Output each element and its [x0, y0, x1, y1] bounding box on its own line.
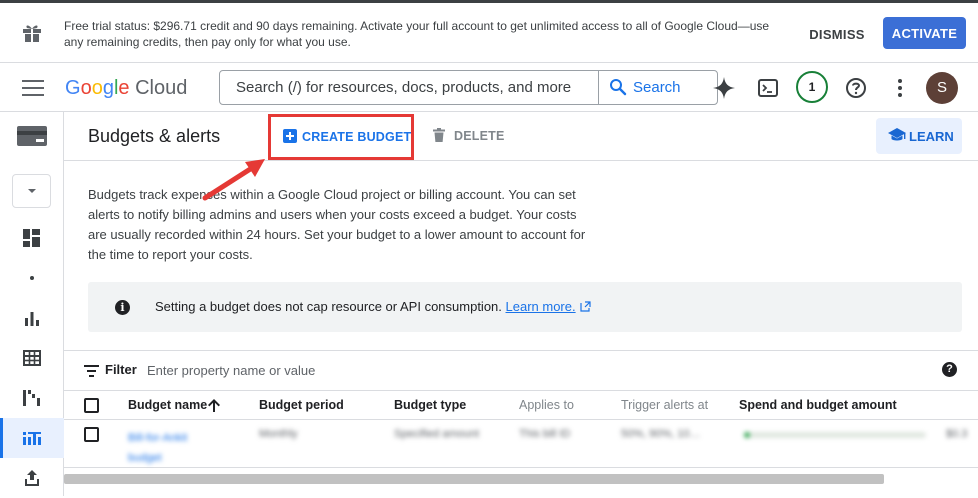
applies-to-cell: This bill ID	[519, 428, 571, 440]
budget-type-cell: Specified amount	[394, 428, 479, 440]
create-budget-label: CREATE BUDGET	[302, 130, 412, 144]
budgets-icon	[23, 432, 41, 445]
logo-cloud: Cloud	[135, 77, 188, 99]
page-title: Budgets & alerts	[88, 126, 221, 146]
left-nav-rail	[0, 112, 64, 496]
logo-letter: G	[65, 77, 81, 99]
menu-icon[interactable]	[22, 80, 44, 96]
learn-button[interactable]: LEARN	[876, 118, 962, 154]
select-all-checkbox[interactable]	[84, 398, 99, 413]
column-spend-budget[interactable]: Spend and budget amount	[739, 398, 897, 412]
budgets-description: Budgets track expenses within a Google C…	[88, 187, 586, 262]
gemini-sparkle-icon[interactable]	[710, 74, 738, 102]
learn-more-link[interactable]: Learn more.	[506, 299, 576, 314]
google-cloud-logo[interactable]: Google Cloud	[65, 76, 187, 100]
school-icon	[888, 128, 906, 141]
export-icon	[25, 470, 39, 486]
budget-period-cell: Monthly	[259, 428, 298, 440]
search-button[interactable]: Search	[598, 71, 717, 104]
budgets-table-header: Budget name Budget period Budget type Ap…	[64, 390, 978, 420]
filter-label: Filter	[105, 362, 137, 377]
spend-progress-bar	[744, 432, 926, 438]
table-help-icon[interactable]: ?	[942, 362, 957, 377]
more-vert-icon[interactable]	[886, 74, 914, 102]
learn-label: LEARN	[909, 129, 954, 144]
dot-icon	[30, 276, 34, 280]
logo-letter: o	[91, 77, 103, 99]
row-checkbox[interactable]	[84, 427, 99, 442]
open-in-new-icon[interactable]	[580, 301, 591, 312]
info-banner: i Setting a budget does not cap resource…	[88, 282, 962, 332]
gift-icon	[23, 25, 41, 42]
search-button-label: Search	[633, 79, 681, 96]
filter-input[interactable]	[147, 358, 847, 382]
help-icon[interactable]	[842, 74, 870, 102]
logo-letter: o	[80, 77, 92, 99]
trial-banner: Free trial status: $296.71 credit and 90…	[0, 3, 978, 63]
cloud-shell-icon[interactable]	[754, 74, 782, 102]
reports-icon	[25, 312, 39, 326]
sidebar-item-cost-breakdown[interactable]	[0, 378, 64, 418]
sidebar-item-dot[interactable]	[0, 258, 64, 298]
dashboard-icon	[23, 229, 40, 247]
annotation-arrow-icon	[202, 159, 265, 201]
top-header: Google Cloud Search 1 S	[0, 64, 978, 112]
spend-amount-cell: $0.3	[946, 428, 968, 440]
dismiss-button[interactable]: DISMISS	[800, 18, 874, 50]
logo-letter: g	[102, 77, 114, 99]
search-input[interactable]	[220, 71, 597, 104]
section-divider	[64, 350, 978, 351]
trigger-alerts-cell: 50%, 90%, 10…	[621, 428, 701, 440]
billing-icon	[17, 126, 47, 146]
activate-button[interactable]: ACTIVATE	[883, 17, 966, 49]
trash-icon	[433, 128, 445, 142]
add-box-icon	[283, 129, 297, 143]
sidebar-item-reports[interactable]	[0, 298, 64, 338]
table-row[interactable]: Bill-for-Ankit budget Monthly Specified …	[64, 420, 978, 468]
logo-letter: e	[118, 77, 130, 99]
sidebar-item-billing[interactable]	[0, 116, 64, 156]
cost-trend-icon	[23, 390, 40, 406]
budget-name-link[interactable]: Bill-for-Ankit budget	[128, 428, 208, 468]
sidebar-item-overview[interactable]	[0, 218, 64, 258]
avatar[interactable]: S	[926, 72, 958, 104]
trial-status-text: Free trial status: $296.71 credit and 90…	[64, 19, 770, 49]
horizontal-scrollbar[interactable]	[64, 474, 884, 484]
create-budget-button[interactable]: CREATE BUDGET	[268, 114, 414, 160]
sort-arrow-up-icon[interactable]	[207, 398, 221, 413]
notifications-badge[interactable]: 1	[796, 71, 828, 103]
dropdown-icon[interactable]	[12, 174, 51, 208]
delete-label: DELETE	[454, 129, 505, 143]
info-icon: i	[115, 300, 130, 315]
column-budget-period[interactable]: Budget period	[259, 398, 344, 412]
column-applies-to[interactable]: Applies to	[519, 398, 574, 412]
sidebar-item-export[interactable]	[0, 458, 64, 498]
sidebar-item-budgets[interactable]	[0, 418, 64, 458]
column-budget-name[interactable]: Budget name	[128, 398, 207, 412]
column-budget-type[interactable]: Budget type	[394, 398, 466, 412]
info-text: Setting a budget does not cap resource o…	[155, 299, 502, 314]
column-trigger-alerts[interactable]: Trigger alerts at	[621, 398, 708, 412]
info-message: Setting a budget does not cap resource o…	[155, 299, 591, 314]
search-icon	[610, 79, 627, 96]
sidebar-item-cost-table[interactable]	[0, 338, 64, 378]
table-breakdown-icon	[23, 350, 41, 366]
search-bar: Search	[219, 70, 718, 105]
